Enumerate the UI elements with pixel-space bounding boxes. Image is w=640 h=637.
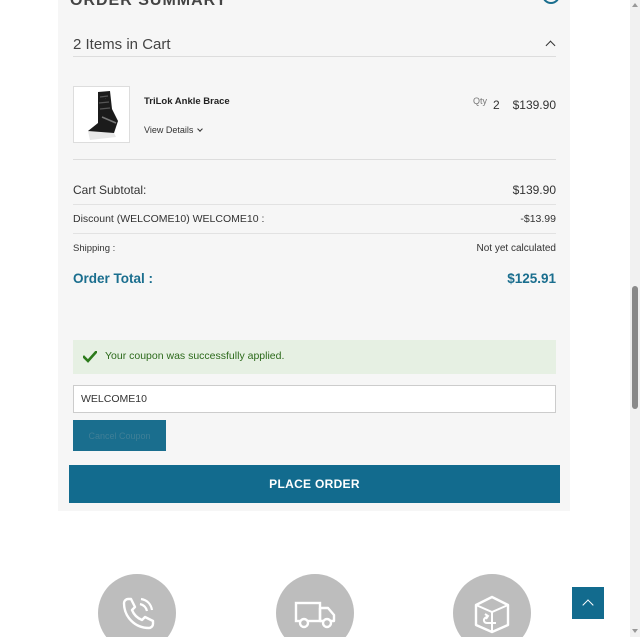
shipping-row: Shipping : Not yet calculated bbox=[73, 243, 556, 259]
product-name[interactable]: TriLok Ankle Brace bbox=[144, 96, 230, 107]
qty-value: 2 bbox=[493, 98, 500, 112]
order-total-label: Order Total : bbox=[73, 271, 154, 286]
view-details-label: View Details bbox=[144, 125, 194, 135]
discount-value: -$13.99 bbox=[520, 213, 556, 225]
help-icon[interactable] bbox=[542, 0, 560, 4]
divider bbox=[73, 159, 556, 160]
coupon-code-input[interactable] bbox=[73, 385, 556, 413]
discount-row: Discount (WELCOME10) WELCOME10 : -$13.99 bbox=[73, 213, 556, 234]
scroll-up-arrow-icon[interactable] bbox=[632, 3, 638, 7]
subtotal-row: Cart Subtotal: $139.90 bbox=[73, 182, 556, 205]
svg-text:.: . bbox=[105, 95, 106, 100]
chevron-down-icon bbox=[197, 126, 204, 132]
check-icon bbox=[83, 351, 97, 363]
cart-item: . TriLok Ankle Brace View Details Qty 2 … bbox=[73, 86, 556, 143]
discount-label: Discount (WELCOME10) WELCOME10 : bbox=[73, 213, 265, 225]
product-price: $139.90 bbox=[512, 98, 556, 112]
coupon-success-message: Your coupon was successfully applied. bbox=[73, 340, 556, 374]
cancel-coupon-button[interactable]: Cancel Coupon bbox=[73, 420, 166, 451]
truck-icon bbox=[294, 601, 336, 629]
product-image[interactable]: . bbox=[73, 86, 130, 143]
feature-phone bbox=[98, 574, 176, 637]
place-order-button[interactable]: PLACE ORDER bbox=[69, 465, 560, 503]
feature-returns bbox=[453, 574, 531, 637]
feature-shipping bbox=[276, 574, 354, 637]
return-box-icon bbox=[474, 595, 510, 634]
subtotal-label: Cart Subtotal: bbox=[73, 183, 147, 197]
chevron-up-icon[interactable] bbox=[545, 40, 556, 51]
shipping-label: Shipping : bbox=[73, 243, 116, 254]
qty-label: Qty bbox=[473, 96, 488, 106]
view-details-toggle[interactable]: View Details bbox=[144, 125, 204, 135]
coupon-success-text: Your coupon was successfully applied. bbox=[105, 350, 285, 362]
subtotal-value: $139.90 bbox=[512, 183, 556, 197]
order-total-row: Order Total : $125.91 bbox=[73, 271, 556, 291]
chevron-up-icon bbox=[582, 599, 594, 611]
items-count: 2 Items in Cart bbox=[73, 36, 171, 53]
scroll-down-arrow-icon[interactable] bbox=[632, 629, 638, 633]
order-summary-heading: ORDER SUMMARY bbox=[70, 0, 228, 9]
shipping-value: Not yet calculated bbox=[476, 243, 557, 254]
phone-icon bbox=[122, 597, 155, 630]
back-to-top-button[interactable] bbox=[572, 587, 604, 619]
order-total-value: $125.91 bbox=[507, 271, 556, 286]
scrollbar-thumb[interactable] bbox=[632, 286, 638, 409]
items-in-cart-toggle[interactable]: 2 Items in Cart bbox=[73, 30, 556, 57]
